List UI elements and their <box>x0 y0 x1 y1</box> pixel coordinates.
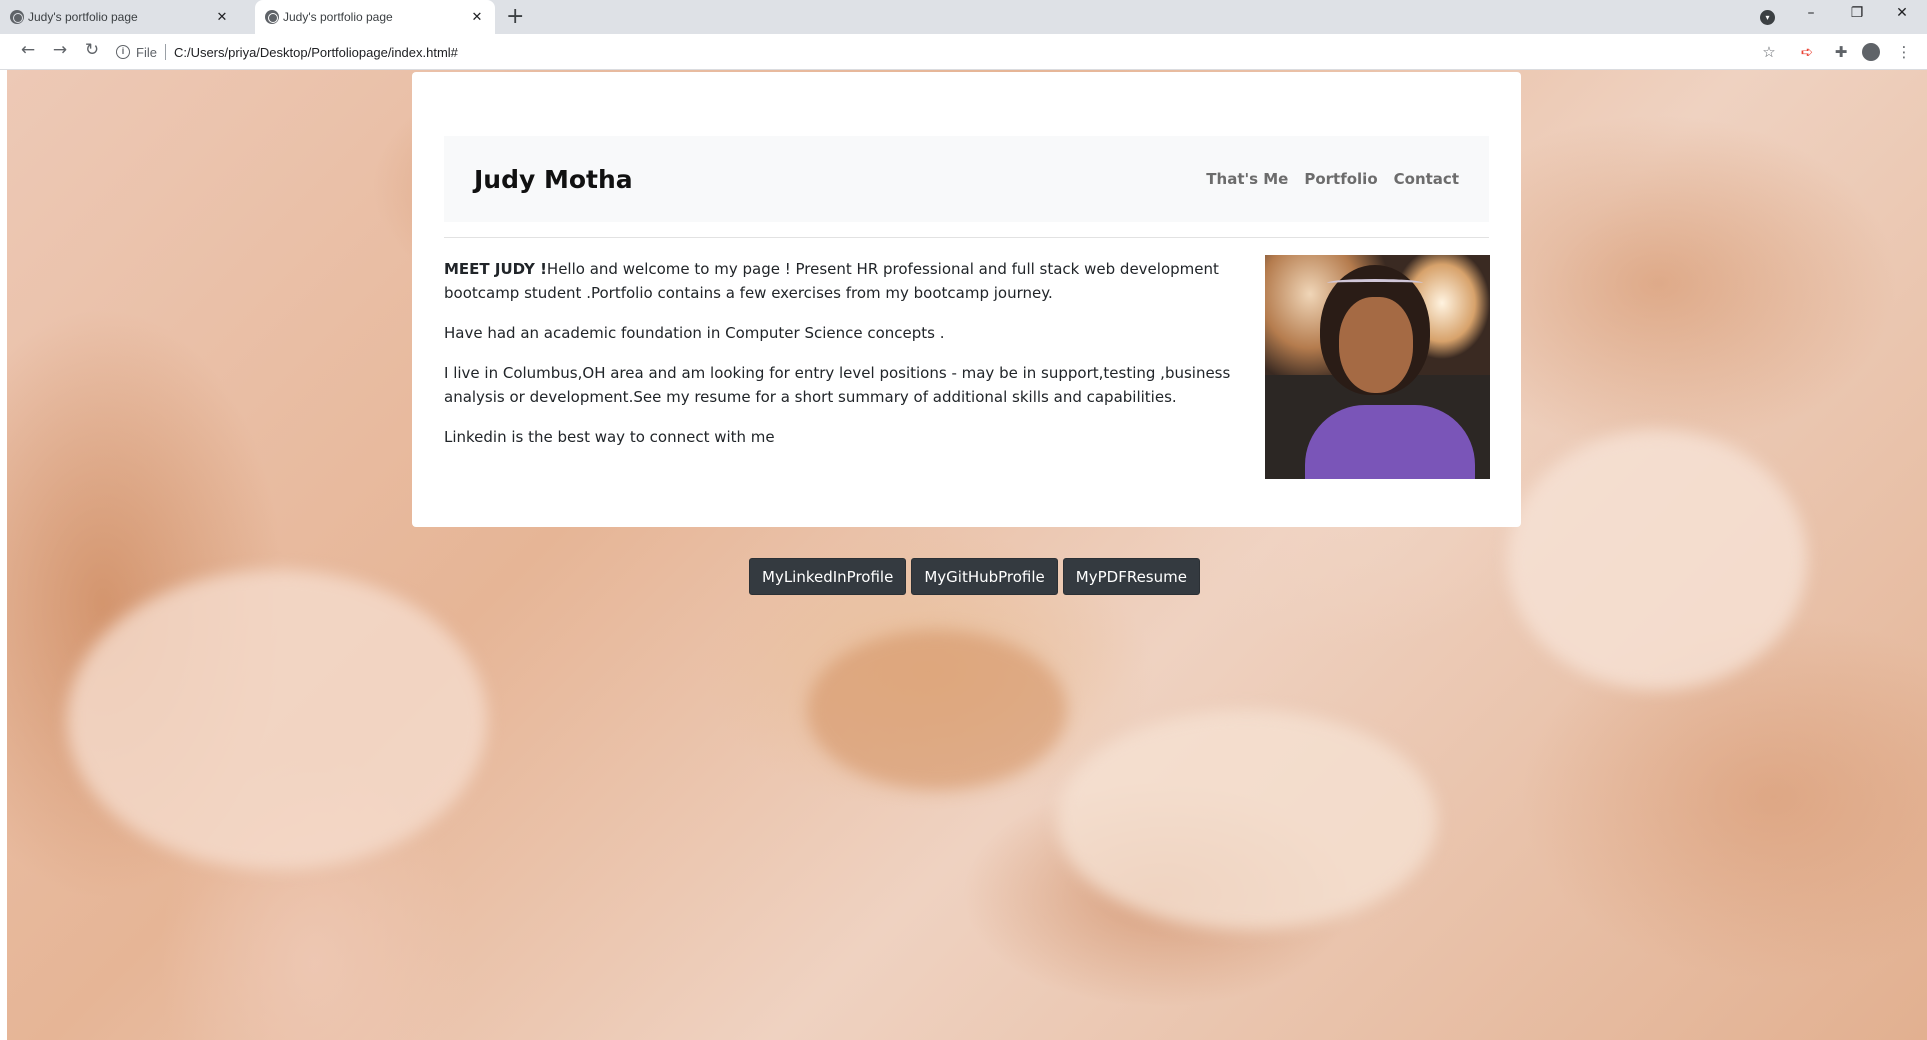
reload-button[interactable]: ↻ <box>80 40 104 60</box>
url-scheme: File <box>136 44 157 60</box>
restore-button[interactable]: ❐ <box>1842 5 1872 21</box>
profile-buttons: MyLinkedInProfile MyGitHubProfile MyPDFR… <box>749 558 1200 595</box>
close-tab-icon[interactable]: ✕ <box>469 9 485 25</box>
new-tab-button[interactable]: + <box>506 4 524 30</box>
marble-swirl <box>1057 710 1437 930</box>
intro-paragraph: MEET JUDY !Hello and welcome to my page … <box>444 257 1264 305</box>
browser-tab[interactable]: Judy's portfolio page ✕ <box>0 0 240 34</box>
page-viewport: Judy Motha That's Me Portfolio Contact M… <box>7 70 1927 1040</box>
close-tab-icon[interactable]: ✕ <box>214 9 230 25</box>
intro-text: Hello and welcome to my page ! Present H… <box>444 260 1219 302</box>
photo-jacket <box>1305 405 1475 479</box>
browser-toolbar: ← → ↻ i File C:/Users/priya/Desktop/Port… <box>0 34 1927 70</box>
extension-icon[interactable]: ➪ <box>1797 43 1817 61</box>
info-icon[interactable]: i <box>116 45 130 59</box>
puzzle-icon[interactable]: ✚ <box>1831 43 1851 61</box>
url-separator <box>164 44 166 60</box>
back-button[interactable]: ← <box>16 40 40 60</box>
marble-swirl <box>807 630 1067 790</box>
linkedin-button[interactable]: MyLinkedInProfile <box>749 558 907 595</box>
tab-title: Judy's portfolio page <box>28 10 138 24</box>
navbar: Judy Motha That's Me Portfolio Contact <box>444 136 1489 222</box>
tab-search-icon[interactable]: ▾ <box>1760 10 1775 25</box>
browser-tab-active[interactable]: Judy's portfolio page ✕ <box>255 0 495 34</box>
browser-tab-bar: Judy's portfolio page ✕ Judy's portfolio… <box>0 0 1927 34</box>
nav-link-thats-me[interactable]: That's Me <box>1206 170 1288 188</box>
brand-title[interactable]: Judy Motha <box>474 165 633 194</box>
resume-button[interactable]: MyPDFResume <box>1062 558 1200 595</box>
about-paragraph: I live in Columbus,OH area and am lookin… <box>444 364 1231 406</box>
profile-card: Judy Motha That's Me Portfolio Contact M… <box>412 72 1521 527</box>
address-bar[interactable]: i File C:/Users/priya/Desktop/Portfoliop… <box>116 38 1776 66</box>
globe-icon <box>265 10 279 24</box>
github-button[interactable]: MyGitHubProfile <box>911 558 1058 595</box>
menu-dots-icon[interactable]: ⋮ <box>1894 43 1914 61</box>
close-window-button[interactable]: ✕ <box>1887 5 1917 21</box>
globe-icon <box>10 10 24 24</box>
about-paragraph: Have had an academic foundation in Compu… <box>444 324 945 342</box>
about-paragraph: Linkedin is the best way to connect with… <box>444 428 775 446</box>
tab-title: Judy's portfolio page <box>283 10 393 24</box>
intro-heading: MEET JUDY ! <box>444 260 547 278</box>
nav-links: That's Me Portfolio Contact <box>1206 170 1459 188</box>
minimize-button[interactable]: – <box>1796 5 1826 21</box>
url-text[interactable]: C:/Users/priya/Desktop/Portfoliopage/ind… <box>174 45 458 60</box>
marble-swirl <box>67 570 487 870</box>
about-content: MEET JUDY !Hello and welcome to my page … <box>444 257 1264 465</box>
photo-face <box>1339 297 1413 393</box>
marble-swirl <box>1507 430 1807 690</box>
divider <box>444 237 1489 238</box>
nav-link-portfolio[interactable]: Portfolio <box>1304 170 1377 188</box>
profile-avatar-icon[interactable] <box>1862 43 1880 61</box>
photo-headband <box>1327 279 1423 287</box>
forward-button[interactable]: → <box>48 40 72 60</box>
profile-photo <box>1265 255 1490 479</box>
nav-link-contact[interactable]: Contact <box>1394 170 1459 188</box>
bookmark-star-icon[interactable]: ☆ <box>1759 43 1779 61</box>
